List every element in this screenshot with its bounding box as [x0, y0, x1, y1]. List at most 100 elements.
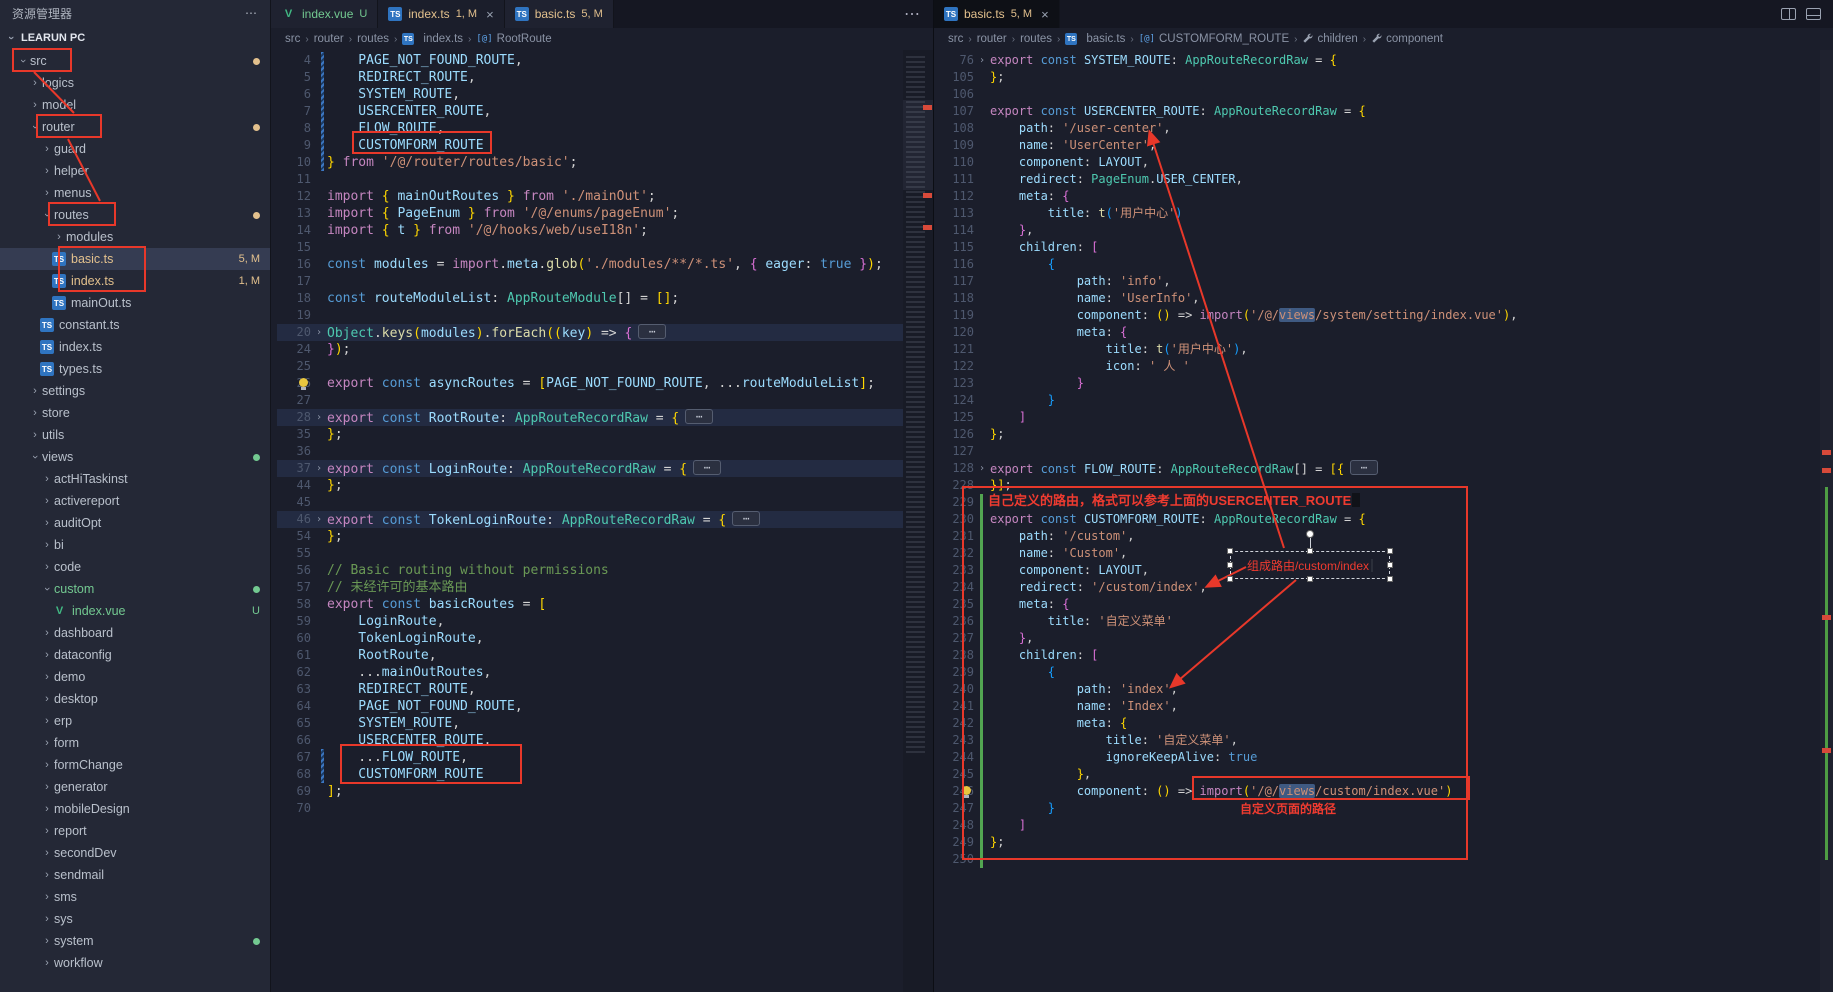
tree-item-sms[interactable]: ›sms [0, 886, 270, 908]
tree-item-router[interactable]: ›router [0, 116, 270, 138]
code-line-54[interactable]: 54}; [277, 528, 933, 545]
code-line-234[interactable]: 234 redirect: '/custom/index', [940, 579, 1833, 596]
tree-item-formChange[interactable]: ›formChange [0, 754, 270, 776]
code-line-26[interactable]: 26export const asyncRoutes = [PAGE_NOT_F… [277, 375, 933, 392]
tree-item-helper[interactable]: ›helper [0, 160, 270, 182]
code-line-62[interactable]: 62 ...mainOutRoutes, [277, 664, 933, 681]
close-icon[interactable]: × [486, 7, 494, 22]
code-line-121[interactable]: 121 title: t('用户中心'), [940, 341, 1833, 358]
code-line-44[interactable]: 44}; [277, 477, 933, 494]
code-editor-index-ts[interactable]: 4 PAGE_NOT_FOUND_ROUTE,5 REDIRECT_ROUTE,… [271, 50, 933, 992]
tab-index.vue[interactable]: Vindex.vueU [271, 0, 378, 28]
code-line-55[interactable]: 55 [277, 545, 933, 562]
code-line-113[interactable]: 113 title: t('用户中心') [940, 205, 1833, 222]
code-line-14[interactable]: 14import { t } from '/@/hooks/web/useI18… [277, 222, 933, 239]
lightbulb-icon[interactable] [299, 378, 309, 390]
code-line-107[interactable]: 107export const USERCENTER_ROUTE: AppRou… [940, 103, 1833, 120]
code-line-236[interactable]: 236 title: '自定义菜单' [940, 613, 1833, 630]
breadcrumb-item-router[interactable]: router [314, 33, 344, 45]
code-line-231[interactable]: 231 path: '/custom', [940, 528, 1833, 545]
code-line-112[interactable]: 112 meta: { [940, 188, 1833, 205]
code-line-238[interactable]: 238 children: [ [940, 647, 1833, 664]
code-line-66[interactable]: 66 USERCENTER_ROUTE, [277, 732, 933, 749]
code-line-15[interactable]: 15 [277, 239, 933, 256]
code-line-246[interactable]: 246 component: () => import('/@/views/cu… [940, 783, 1833, 800]
code-line-242[interactable]: 242 meta: { [940, 715, 1833, 732]
tree-item-bi[interactable]: ›bi [0, 534, 270, 556]
tree-item-sys[interactable]: ›sys [0, 908, 270, 930]
tree-item-report[interactable]: ›report [0, 820, 270, 842]
tree-item-basic.ts[interactable]: TSbasic.ts5, M [0, 248, 270, 270]
tree-item-erp[interactable]: ›erp [0, 710, 270, 732]
code-line-25[interactable]: 25 [277, 358, 933, 375]
tree-item-utils[interactable]: ›utils [0, 424, 270, 446]
code-line-124[interactable]: 124 } [940, 392, 1833, 409]
code-line-106[interactable]: 106 [940, 86, 1833, 103]
tree-item-modules[interactable]: ›modules [0, 226, 270, 248]
code-line-247[interactable]: 247 } [940, 800, 1833, 817]
code-line-119[interactable]: 119 component: () => import('/@/views/sy… [940, 307, 1833, 324]
breadcrumb-item-CUSTOMFORM_ROUTE[interactable]: [@]CUSTOMFORM_ROUTE [1139, 33, 1289, 45]
code-line-18[interactable]: 18const routeModuleList: AppRouteModule[… [277, 290, 933, 307]
code-line-115[interactable]: 115 children: [ [940, 239, 1833, 256]
tree-item-demo[interactable]: ›demo [0, 666, 270, 688]
code-line-20[interactable]: 20›Object.keys(modules).forEach((key) =>… [277, 324, 933, 341]
code-line-35[interactable]: 35}; [277, 426, 933, 443]
code-line-228[interactable]: 228}]; [940, 477, 1833, 494]
code-line-69[interactable]: 69]; [277, 783, 933, 800]
code-line-67[interactable]: 67 ...FLOW_ROUTE, [277, 749, 933, 766]
code-line-37[interactable]: 37›export const LoginRoute: AppRouteReco… [277, 460, 933, 477]
code-line-7[interactable]: 7 USERCENTER_ROUTE, [277, 103, 933, 120]
tree-item-code[interactable]: ›code [0, 556, 270, 578]
tree-item-routes[interactable]: ›routes [0, 204, 270, 226]
tree-item-constant.ts[interactable]: TSconstant.ts [0, 314, 270, 336]
code-line-120[interactable]: 120 meta: { [940, 324, 1833, 341]
code-line-27[interactable]: 27 [277, 392, 933, 409]
tree-item-logics[interactable]: ›logics [0, 72, 270, 94]
code-line-68[interactable]: 68 CUSTOMFORM_ROUTE [277, 766, 933, 783]
code-line-19[interactable]: 19 [277, 307, 933, 324]
code-line-64[interactable]: 64 PAGE_NOT_FOUND_ROUTE, [277, 698, 933, 715]
code-editor-basic-ts[interactable]: 76›export const SYSTEM_ROUTE: AppRouteRe… [934, 50, 1833, 992]
tree-item-index.vue[interactable]: Vindex.vueU [0, 600, 270, 622]
tree-item-auditOpt[interactable]: ›auditOpt [0, 512, 270, 534]
code-line-57[interactable]: 57// 未经许可的基本路由 [277, 579, 933, 596]
tree-item-types.ts[interactable]: TStypes.ts [0, 358, 270, 380]
code-line-241[interactable]: 241 name: 'Index', [940, 698, 1833, 715]
code-line-6[interactable]: 6 SYSTEM_ROUTE, [277, 86, 933, 103]
code-line-70[interactable]: 70 [277, 800, 933, 817]
tab-index.ts[interactable]: TSindex.ts1, M× [378, 0, 504, 28]
code-line-239[interactable]: 239 { [940, 664, 1833, 681]
more-actions-icon[interactable]: ⋯ [892, 4, 933, 24]
code-line-116[interactable]: 116 { [940, 256, 1833, 273]
code-line-118[interactable]: 118 name: 'UserInfo', [940, 290, 1833, 307]
breadcrumb-item-RootRoute[interactable]: [@]RootRoute [476, 33, 551, 45]
tree-item-custom[interactable]: ›custom [0, 578, 270, 600]
code-line-128[interactable]: 128›export const FLOW_ROUTE: AppRouteRec… [940, 460, 1833, 477]
code-line-28[interactable]: 28›export const RootRoute: AppRouteRecor… [277, 409, 933, 426]
breadcrumb-item-router[interactable]: router [977, 33, 1007, 45]
tree-item-settings[interactable]: ›settings [0, 380, 270, 402]
breadcrumb-item-routes[interactable]: routes [357, 33, 389, 45]
code-line-126[interactable]: 126}; [940, 426, 1833, 443]
code-line-123[interactable]: 123 } [940, 375, 1833, 392]
code-line-8[interactable]: 8 FLOW_ROUTE, [277, 120, 933, 137]
code-line-235[interactable]: 235 meta: { [940, 596, 1833, 613]
tree-item-secondDev[interactable]: ›secondDev [0, 842, 270, 864]
tree-item-form[interactable]: ›form [0, 732, 270, 754]
tree-item-guard[interactable]: ›guard [0, 138, 270, 160]
breadcrumb-item-src[interactable]: src [948, 33, 963, 45]
tab-basic.ts[interactable]: TSbasic.ts5, M× [934, 0, 1060, 28]
workspace-section-header[interactable]: › LEARUN PC [0, 26, 270, 50]
tree-item-dataconfig[interactable]: ›dataconfig [0, 644, 270, 666]
tree-item-index.ts[interactable]: TSindex.ts1, M [0, 270, 270, 292]
code-line-122[interactable]: 122 icon: ' 人 ' [940, 358, 1833, 375]
close-icon[interactable]: × [1041, 7, 1049, 22]
tab-basic.ts[interactable]: TSbasic.ts5, M [505, 0, 614, 28]
tree-item-mobileDesign[interactable]: ›mobileDesign [0, 798, 270, 820]
code-line-249[interactable]: 249}; [940, 834, 1833, 851]
tree-item-dashboard[interactable]: ›dashboard [0, 622, 270, 644]
code-line-24[interactable]: 24}); [277, 341, 933, 358]
lightbulb-icon[interactable] [962, 786, 972, 798]
code-line-61[interactable]: 61 RootRoute, [277, 647, 933, 664]
